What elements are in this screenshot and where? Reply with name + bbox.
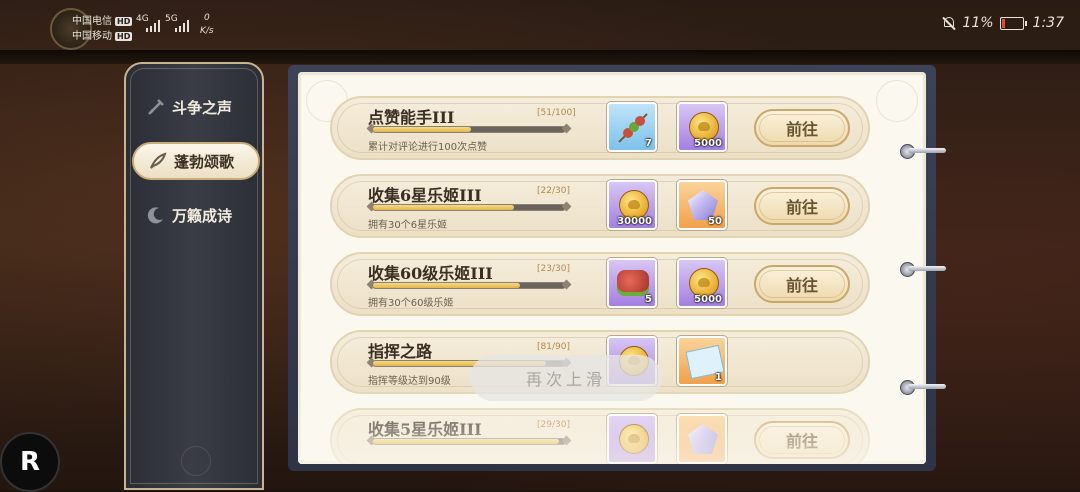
battery-percent: 11%	[962, 15, 994, 31]
hd-badge: HD	[115, 32, 133, 41]
task-panel: 点赞能手III [51/100] 累计对评论进行100次点赞 7 5000 前往 收集6星乐…	[298, 72, 926, 464]
task-title: 收集60级乐姬III	[368, 264, 493, 283]
reward-item[interactable]	[607, 414, 657, 464]
task-progress-bar	[372, 126, 566, 133]
task-progress-text: [23/30]	[537, 264, 570, 274]
task-progress-fill	[373, 127, 471, 132]
reward-item[interactable]: 5000	[677, 258, 727, 308]
task-progress-bar	[372, 438, 566, 445]
network-speed: 0 K/s	[200, 12, 214, 38]
task-description: 拥有30个60级乐姬	[368, 298, 454, 309]
coin-icon	[619, 424, 649, 454]
carrier-2: 中国移动 HD	[72, 27, 133, 42]
reward-item[interactable]: 1	[677, 336, 727, 386]
feather-icon	[150, 152, 167, 169]
battery-icon	[999, 16, 1024, 30]
binder-ring-icon	[900, 144, 946, 159]
sidebar-item-ode[interactable]: 蓬勃颂歌	[148, 148, 234, 174]
task-title: 指挥之路	[368, 342, 433, 361]
binder-ring-icon	[900, 380, 946, 395]
reward-quantity: 5	[645, 294, 652, 305]
task-progress-fill	[373, 439, 559, 444]
reward-quantity: 7	[645, 138, 652, 149]
status-bar: 中国电信 HD 中国移动 HD 4G 5G 0 K/s 11% 1:37	[0, 0, 1080, 52]
goto-button[interactable]: 前往	[754, 187, 850, 225]
reward-quantity: 1	[715, 372, 722, 383]
signal-icon	[175, 20, 197, 32]
gem-icon	[688, 424, 718, 454]
goto-button[interactable]: 前往	[754, 421, 850, 459]
speed-unit: K/s	[200, 26, 214, 36]
sidebar-item-battle[interactable]: 斗争之声	[146, 94, 232, 120]
sidebar-item-label: 万籁成诗	[172, 206, 233, 225]
task-row: 收集60级乐姬III [23/30] 拥有30个60级乐姬 5 5000 前往	[330, 252, 870, 316]
carrier-1: 中国电信 HD	[72, 12, 133, 27]
task-progress-text: [29/30]	[537, 420, 570, 430]
task-title: 收集5星乐姬III	[368, 420, 482, 439]
sword-icon	[148, 99, 164, 115]
meat-icon	[617, 270, 649, 296]
moon-icon	[147, 207, 163, 224]
task-description: 累计对评论进行100次点赞	[368, 142, 488, 153]
battery-tip	[1024, 20, 1027, 26]
reward-quantity: 5000	[694, 294, 722, 305]
sidebar-item-poem[interactable]: 万籁成诗	[146, 202, 232, 228]
reward-item[interactable]: 50	[677, 180, 727, 230]
clock: 1:37	[1032, 15, 1064, 31]
carrier-2-label: 中国移动	[72, 31, 112, 42]
task-progress-text: [51/100]	[537, 108, 576, 118]
reward-item[interactable]: 5000	[677, 102, 727, 152]
task-description: 拥有30个6星乐姬	[368, 220, 448, 231]
task-progress-text: [22/30]	[537, 186, 570, 196]
sidebar: 斗争之声 蓬勃颂歌 万籁成诗	[124, 62, 264, 490]
task-row: 收集5星乐姬III [29/30] 前往	[330, 408, 870, 464]
corner-ornament	[876, 80, 918, 122]
reward-item[interactable]: 30000	[607, 180, 657, 230]
task-title: 点赞能手III	[368, 108, 455, 127]
reward-quantity: 5000	[694, 138, 722, 149]
task-progress-fill	[373, 283, 521, 288]
system-indicators: 11% 1:37	[942, 15, 1064, 31]
reward-quantity: 30000	[617, 216, 652, 227]
goto-button[interactable]: 前往	[754, 109, 850, 147]
task-progress-text: [81/90]	[537, 342, 570, 352]
sidebar-item-label: 斗争之声	[172, 98, 233, 117]
task-row: 点赞能手III [51/100] 累计对评论进行100次点赞 7 5000 前往	[330, 96, 870, 160]
reward-quantity: 50	[708, 216, 722, 227]
speed-value: 0	[203, 13, 210, 23]
reward-item[interactable]	[677, 414, 727, 464]
mute-icon	[942, 16, 956, 30]
reward-item[interactable]: 7	[607, 102, 657, 152]
emblem-icon	[181, 446, 211, 476]
floating-r-button[interactable]: R	[0, 432, 60, 492]
carrier-1-label: 中国电信	[72, 16, 112, 27]
swipe-toast: 再次上滑	[470, 355, 662, 401]
goto-button[interactable]: 前往	[754, 265, 850, 303]
task-progress-bar	[372, 282, 566, 289]
task-progress-fill	[373, 205, 514, 210]
sidebar-item-label: 蓬勃颂歌	[174, 152, 235, 171]
task-row: 收集6星乐姬III [22/30] 拥有30个6星乐姬 30000 50 前往	[330, 174, 870, 238]
task-progress-bar	[372, 204, 566, 211]
task-title: 收集6星乐姬III	[368, 186, 482, 205]
task-description: 指挥等级达到90级	[368, 376, 451, 387]
reward-item[interactable]: 5	[607, 258, 657, 308]
binder-ring-icon	[900, 262, 946, 277]
hd-badge: HD	[115, 17, 133, 26]
